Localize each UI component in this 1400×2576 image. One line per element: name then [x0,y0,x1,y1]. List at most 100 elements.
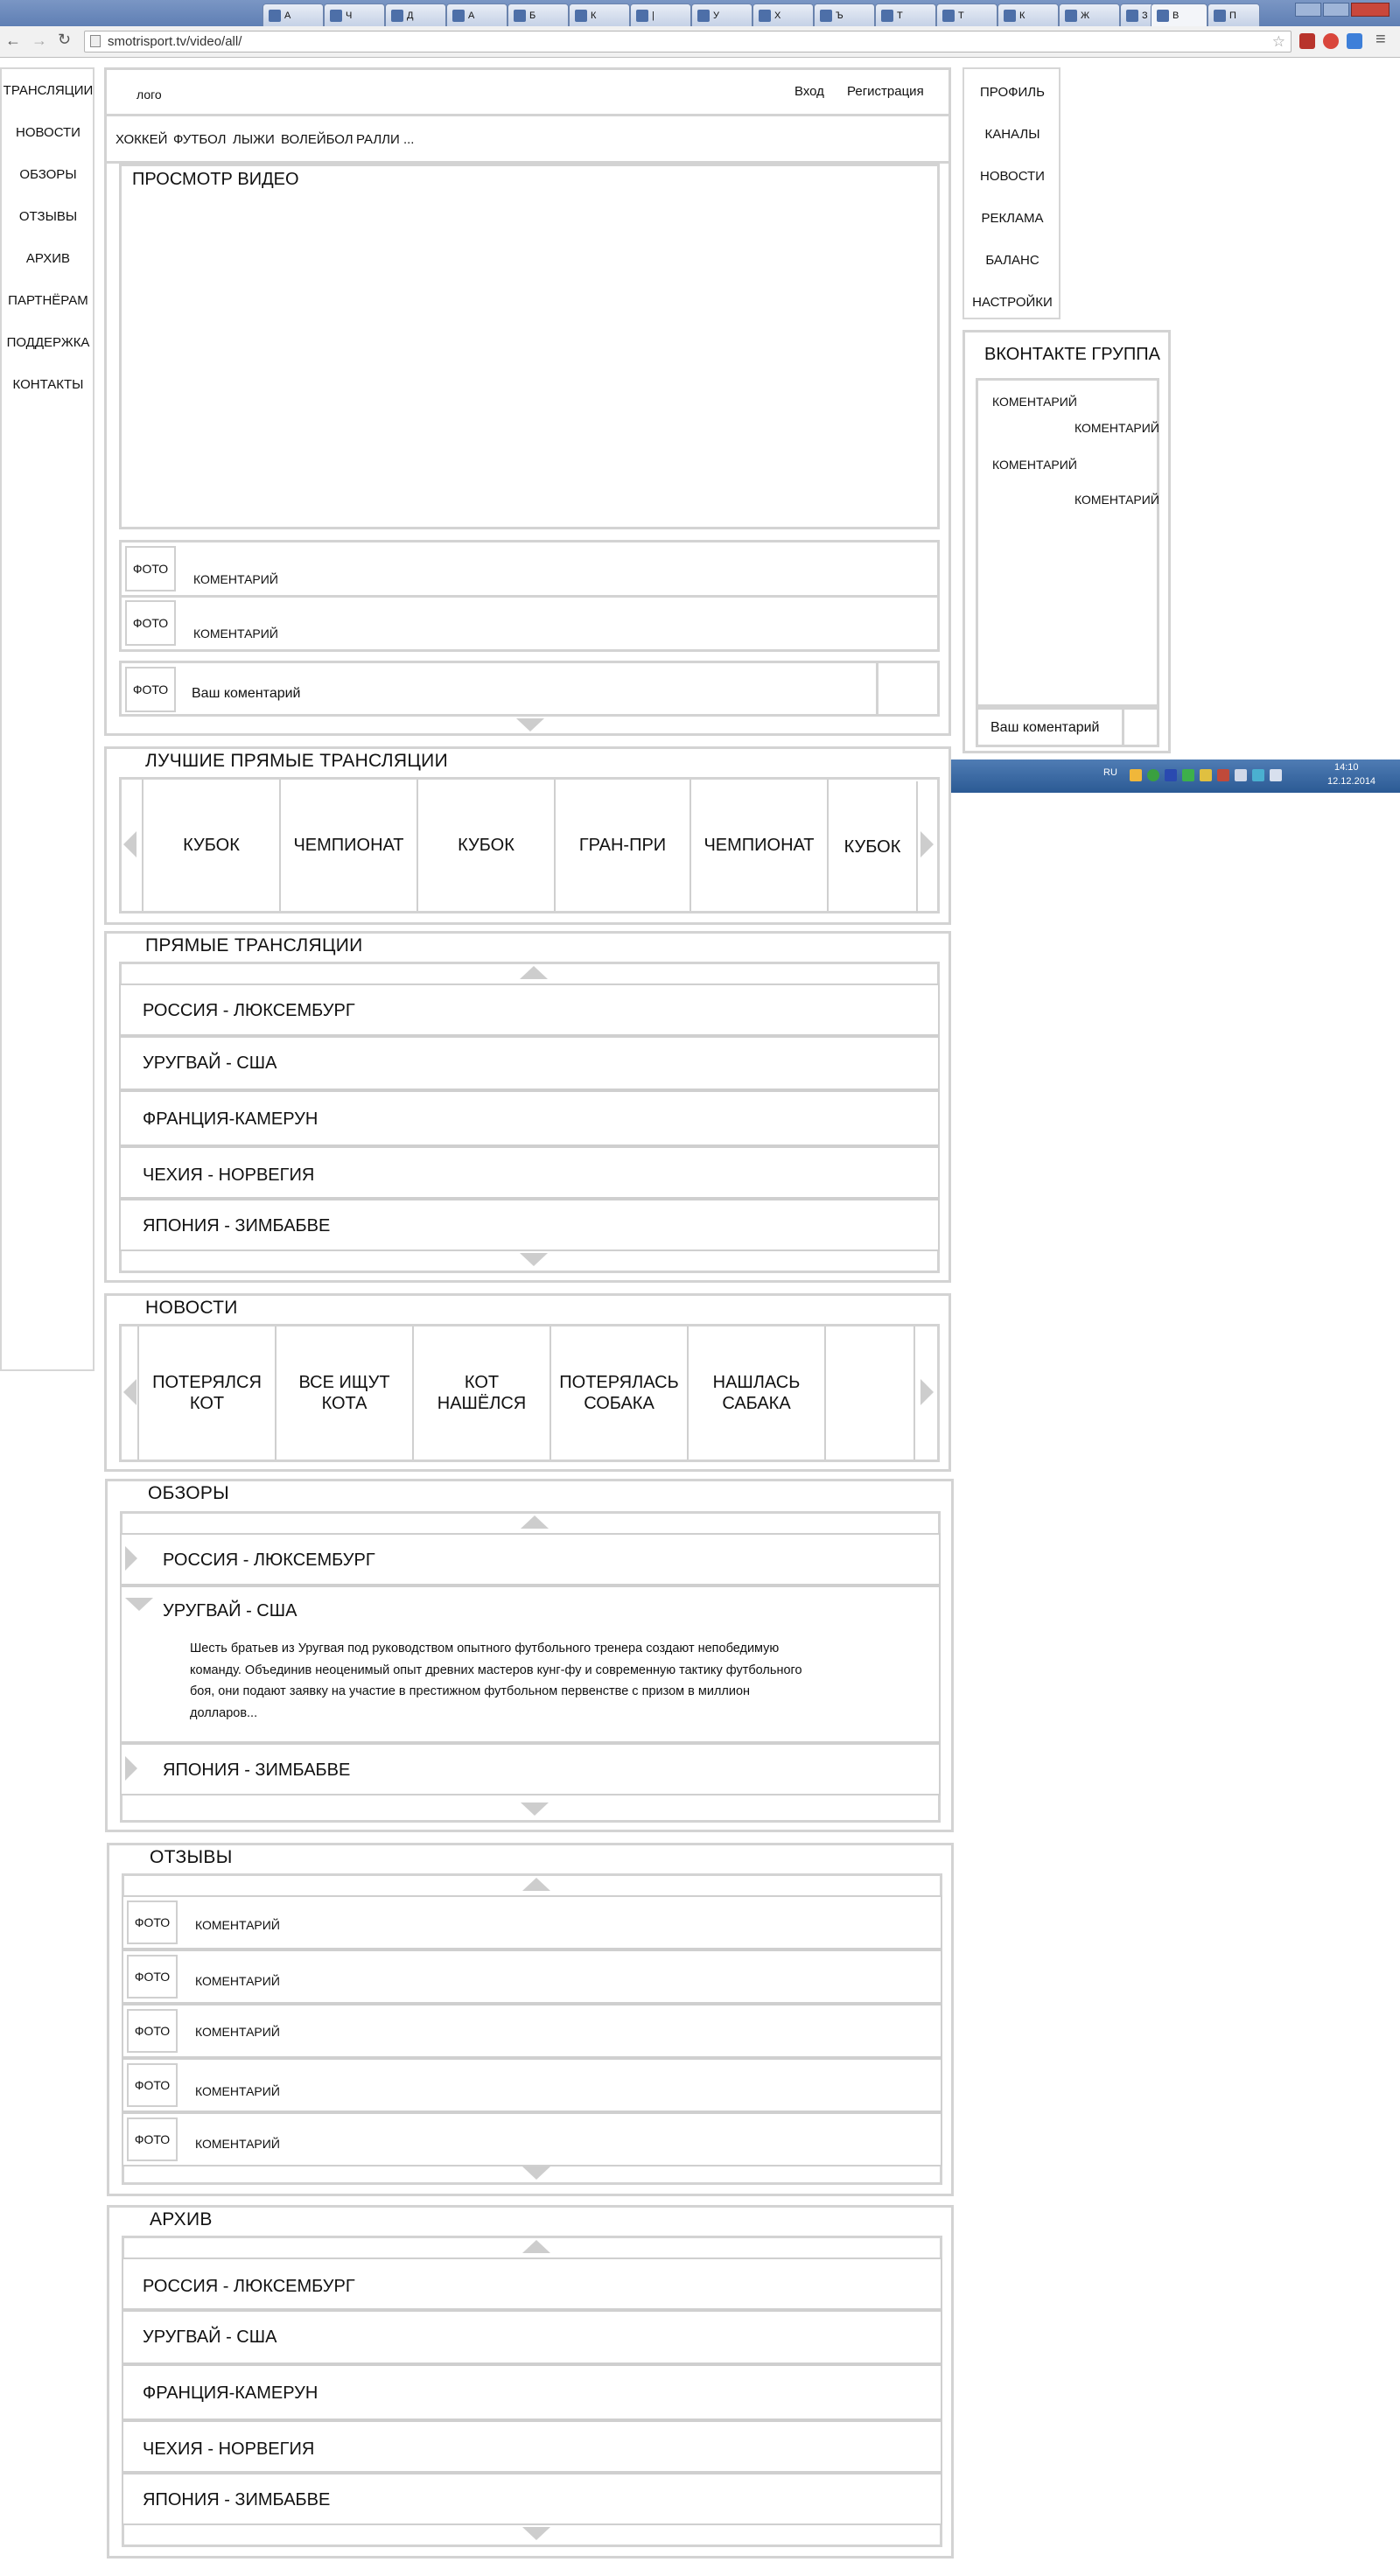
browser-tab[interactable]: К [998,4,1059,26]
scroll-up-icon[interactable] [520,966,548,979]
scroll-up-icon[interactable] [522,1878,550,1891]
register-link[interactable]: Регистрация [847,84,924,99]
best-live-card[interactable]: КУБОК [144,780,281,911]
news-card[interactable]: КОТ НАШЁЛСЯ [414,1326,551,1460]
translate-icon[interactable] [1347,33,1362,49]
tray-icon[interactable] [1200,769,1212,781]
nav-item-channels[interactable]: КАНАЛЫ [964,127,1060,142]
list-item[interactable]: РОССИЯ - ЛЮКСЕМБУРГ [122,2258,942,2310]
news-card[interactable]: ПОТЕРЯЛСЯ КОТ [139,1326,276,1460]
browser-tab[interactable]: А [262,4,324,26]
bookmark-star-icon[interactable]: ☆ [1272,32,1285,52]
scroll-up-icon[interactable] [521,1516,549,1529]
tray-icon[interactable] [1182,769,1194,781]
maximize-button[interactable] [1323,3,1349,17]
carousel-prev-zone[interactable] [122,780,144,911]
browser-tab[interactable]: Х [752,4,814,26]
extension-icon[interactable] [1299,33,1315,49]
list-item[interactable]: ЧЕХИЯ - НОРВЕГИЯ [119,1146,940,1199]
reload-icon[interactable]: ↻ [58,31,71,49]
accordion-item[interactable]: ЯПОНИЯ - ЗИМБАБВЕ [120,1743,941,1796]
expand-down-icon[interactable] [516,718,544,732]
list-item[interactable]: ЧЕХИЯ - НОРВЕГИЯ [122,2420,942,2473]
list-item[interactable]: ФРАНЦИЯ-КАМЕРУН [119,1090,940,1146]
nav-item-profile[interactable]: ПРОФИЛЬ [964,85,1060,100]
news-card[interactable]: НАШЛАСЬ САБАКА [689,1326,826,1460]
news-card[interactable]: ВСЕ ИЩУТ КОТА [276,1326,414,1460]
accordion-item-expanded[interactable]: УРУГВАЙ - США Шесть братьев из Уругвая п… [120,1586,941,1743]
sports-nav-volleyball[interactable]: ВОЛЕЙБОЛ [281,132,354,147]
browser-tab-active[interactable]: В [1151,4,1208,26]
nav-item-reviews[interactable]: ОБЗОРЫ [2,167,94,182]
sports-nav-skiing[interactable]: ЛЫЖИ [233,132,275,147]
login-link[interactable]: Вход [794,84,824,99]
send-comment-button[interactable] [876,663,937,714]
best-live-card[interactable]: КУБОК [418,780,556,911]
minimize-button[interactable] [1295,3,1321,17]
scroll-down-icon[interactable] [521,1802,549,1816]
close-window-button[interactable] [1351,3,1390,17]
best-live-card[interactable]: ЧЕМПИОНАТ [691,780,829,911]
tray-icon[interactable] [1130,769,1142,781]
best-live-card[interactable]: ЧЕМПИОНАТ [281,780,418,911]
news-card[interactable]: ПОТЕРЯЛАСЬ СОБАКА [551,1326,689,1460]
nav-item-balance[interactable]: БАЛАНС [964,253,1060,268]
expand-arrow-icon[interactable] [125,1546,137,1571]
list-item[interactable]: УРУГВАЙ - США [122,2310,942,2364]
best-live-card[interactable]: КУБОК [829,781,918,913]
volume-icon[interactable] [1270,769,1282,781]
vk-send-button[interactable] [1122,710,1157,745]
nav-item-settings[interactable]: НАСТРОЙКИ [964,295,1060,310]
list-item[interactable]: УРУГВАЙ - США [119,1036,940,1090]
browser-tab[interactable]: Т [875,4,936,26]
vk-comment-input[interactable]: Ваш коментарий [990,720,1099,736]
menu-icon[interactable]: ≡ [1376,30,1386,50]
network-icon[interactable] [1252,769,1264,781]
carousel-next-icon[interactable] [920,831,934,858]
scroll-down-icon[interactable] [520,1253,548,1266]
list-item[interactable]: РОССИЯ - ЛЮКСЕМБУРГ [119,984,940,1036]
adblock-icon[interactable] [1323,33,1339,49]
browser-tab[interactable]: Б [508,4,569,26]
nav-item-contacts[interactable]: КОНТАКТЫ [2,377,94,392]
sports-nav-hockey[interactable]: ХОККЕЙ [116,132,167,147]
scroll-down-icon[interactable] [522,2166,550,2180]
best-live-card[interactable]: ГРАН-ПРИ [556,780,691,911]
browser-tab[interactable]: А [446,4,508,26]
news-card-empty[interactable] [826,1326,915,1460]
carousel-prev-zone[interactable] [122,1326,139,1460]
nav-item-news-right[interactable]: НОВОСТИ [964,169,1060,184]
list-item[interactable]: ФРАНЦИЯ-КАМЕРУН [122,2364,942,2420]
tray-icon[interactable] [1147,769,1159,781]
nav-item-news[interactable]: НОВОСТИ [2,125,94,140]
scroll-up-icon[interactable] [522,2240,550,2253]
nav-item-support[interactable]: ПОДДЕРЖКА [2,335,94,350]
accordion-item[interactable]: РОССИЯ - ЛЮКСЕМБУРГ [120,1533,941,1586]
clock-time[interactable]: 14:10 [1334,762,1359,773]
sports-nav-football[interactable]: ФУТБОЛ [173,132,226,147]
browser-tab[interactable]: Ч [324,4,385,26]
list-item[interactable]: ЯПОНИЯ - ЗИМБАБВЕ [119,1199,940,1251]
tray-icon[interactable] [1217,769,1229,781]
expand-arrow-icon[interactable] [125,1756,137,1781]
collapse-arrow-icon[interactable] [125,1598,153,1611]
address-bar[interactable]: smotrisport.tv/video/all/ ☆ [84,31,1292,52]
nav-item-feedback[interactable]: ОТЗЫВЫ [2,209,94,224]
nav-item-ads[interactable]: РЕКЛАМА [964,211,1060,226]
browser-tab[interactable]: У [691,4,752,26]
tray-icon[interactable] [1235,769,1247,781]
tray-icon[interactable] [1165,769,1177,781]
language-indicator[interactable]: RU [1103,767,1117,778]
browser-tab[interactable]: К [569,4,630,26]
browser-tab[interactable]: Т [936,4,998,26]
browser-tab[interactable]: П [1208,4,1260,26]
nav-item-broadcasts[interactable]: ТРАНСЛЯЦИИ [2,83,94,98]
sports-nav-rally[interactable]: РАЛЛИ ... [356,132,414,147]
comment-input[interactable]: Ваш коментарий [192,686,300,702]
carousel-next-icon[interactable] [920,1379,934,1405]
list-item[interactable]: ЯПОНИЯ - ЗИМБАБВЕ [122,2473,942,2525]
clock-date[interactable]: 12.12.2014 [1327,776,1376,787]
browser-tab[interactable]: | [630,4,691,26]
browser-tab[interactable]: Ъ [814,4,875,26]
browser-tab[interactable]: Д [385,4,446,26]
